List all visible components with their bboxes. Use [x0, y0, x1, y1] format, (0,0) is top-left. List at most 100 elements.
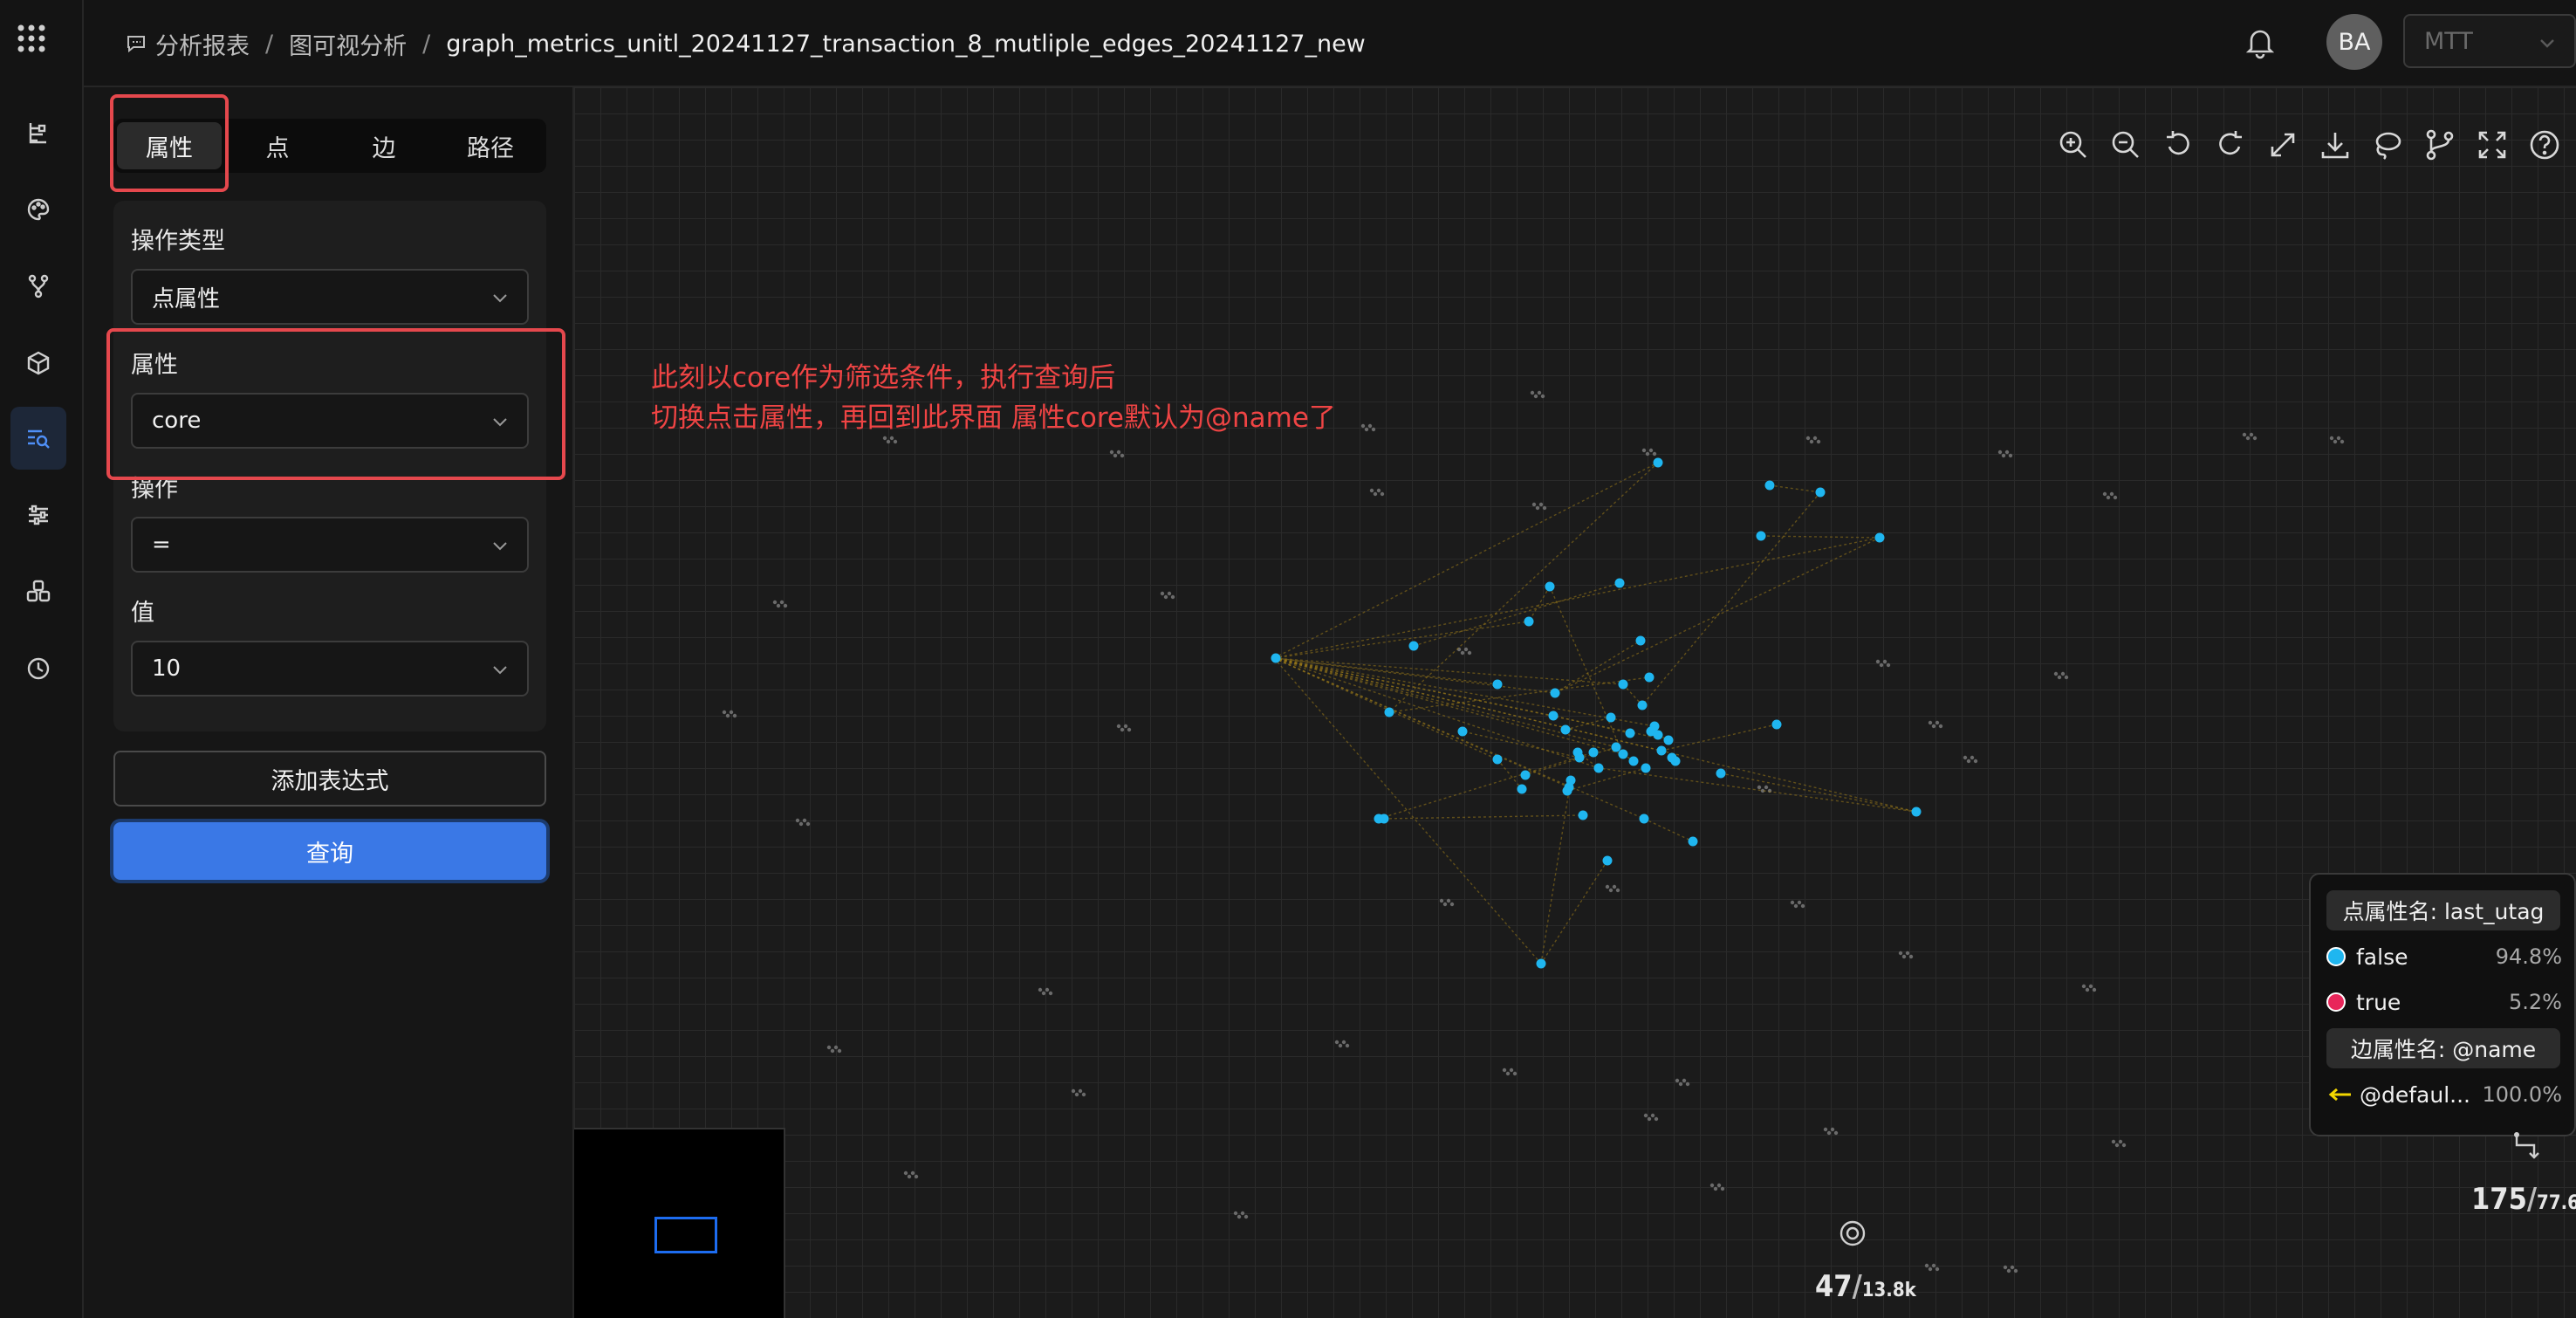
legend-edge-header: 边属性名: @name	[2326, 1028, 2560, 1068]
background-node	[1243, 1214, 1249, 1219]
background-node	[1345, 1043, 1350, 1048]
plugin-icon[interactable]	[10, 560, 66, 623]
op-type-value: 点属性	[152, 285, 221, 312]
history-icon[interactable]	[10, 637, 66, 700]
background-node	[1380, 491, 1385, 497]
background-node	[833, 1045, 839, 1050]
legend-item-pct: 5.2%	[2509, 990, 2562, 1014]
sliders-icon[interactable]	[10, 484, 66, 546]
legend-item-false[interactable]: false 94.8%	[2326, 939, 2562, 974]
background-node	[1875, 659, 1881, 664]
palette-icon[interactable]	[10, 178, 66, 241]
background-node	[1341, 1040, 1346, 1045]
workspace-select[interactable]: MTT	[2403, 14, 2576, 68]
background-node	[1371, 427, 1376, 432]
minimap[interactable]	[574, 1128, 785, 1318]
avatar[interactable]: BA	[2326, 14, 2382, 70]
background-node-cluster	[722, 390, 2345, 1273]
count-separator: /	[1852, 1269, 1862, 1304]
background-node	[886, 439, 891, 444]
operator-select[interactable]: =	[131, 517, 529, 573]
background-node	[802, 818, 807, 823]
legend-item-true[interactable]: true 5.2%	[2326, 985, 2562, 1019]
graph-canvas[interactable]: 点属性名: last_utag false 94.8% true 5.2% 边属…	[574, 87, 2576, 1318]
background-node	[1163, 594, 1168, 600]
bell-icon[interactable]	[2241, 23, 2279, 61]
download-icon[interactable]	[2318, 127, 2353, 162]
graph-node	[1574, 752, 1585, 763]
legend-item-default-edge[interactable]: @defaul... 100.0%	[2326, 1077, 2562, 1112]
background-node	[914, 1174, 919, 1179]
graph-node	[1606, 712, 1616, 723]
zoom-in-icon[interactable]	[2056, 127, 2091, 162]
background-node	[1446, 898, 1451, 903]
filter-panel: 属性 点 边 路径 操作类型 点属性 属性 core 操作 = 值 10 添加表…	[84, 87, 574, 1318]
graph-edge	[1554, 537, 1881, 694]
value-select[interactable]: 10	[131, 641, 529, 697]
add-expression-button[interactable]: 添加表达式	[113, 751, 546, 807]
background-node	[1645, 451, 1650, 456]
graph-node	[1588, 747, 1599, 758]
breadcrumb-separator: /	[422, 30, 431, 58]
tab-edge[interactable]: 边	[332, 122, 436, 169]
background-node	[1373, 491, 1378, 497]
background-node	[1081, 1092, 1086, 1097]
breadcrumb-root[interactable]: 分析报表	[155, 27, 250, 61]
zoom-out-icon[interactable]	[2108, 127, 2143, 162]
background-node	[2057, 675, 2062, 680]
minimap-viewport[interactable]	[654, 1217, 717, 1253]
breadcrumb-separator: /	[265, 30, 274, 58]
edge-count-total: 77.6k	[2537, 1192, 2576, 1214]
background-node	[2102, 491, 2107, 497]
query-button[interactable]: 查询	[113, 822, 546, 880]
graph-edge	[1273, 657, 1655, 727]
background-node	[1509, 1067, 1514, 1073]
background-node	[1463, 647, 1469, 652]
background-node	[1935, 1267, 1940, 1272]
branch-icon[interactable]	[10, 255, 66, 318]
background-node	[2064, 675, 2069, 680]
operator-value: =	[152, 532, 171, 558]
graph-node	[1520, 770, 1531, 780]
graph-edge	[1273, 657, 1917, 813]
fullscreen-icon[interactable]	[2475, 127, 2510, 162]
query-icon[interactable]	[10, 407, 66, 470]
op-type-select[interactable]: 点属性	[131, 269, 529, 325]
cube-icon[interactable]	[10, 332, 66, 395]
annotation-line-2: 切换点击属性，再回到此界面 属性core默认为@name了	[651, 402, 1336, 434]
background-node	[1074, 1092, 1079, 1097]
graph-layer[interactable]	[574, 87, 2576, 1318]
branch-select-icon[interactable]	[2422, 127, 2457, 162]
help-icon[interactable]	[2527, 127, 2562, 162]
rotate-left-icon[interactable]	[2161, 127, 2196, 162]
background-node	[2004, 450, 2010, 455]
apps-grid-icon[interactable]	[16, 23, 47, 54]
tree-icon[interactable]	[10, 101, 66, 164]
background-node	[1809, 439, 1814, 444]
tab-node[interactable]: 点	[225, 122, 330, 169]
graph-node	[1560, 724, 1571, 735]
background-node	[1540, 394, 1545, 399]
graph-node	[1374, 813, 1384, 824]
background-node	[2010, 1265, 2015, 1270]
node-count-total: 13.8k	[1861, 1280, 1916, 1301]
breadcrumb-current: graph_metrics_unitl_20241127_transaction…	[446, 30, 1366, 58]
arrow-left-icon	[2328, 1088, 2351, 1102]
background-node	[1650, 1113, 1655, 1118]
background-node	[826, 1045, 832, 1050]
node-group	[1271, 457, 1922, 969]
lasso-icon[interactable]	[2370, 127, 2405, 162]
breadcrumb-parent[interactable]: 图可视分析	[289, 27, 407, 61]
background-node	[1167, 591, 1172, 596]
graph-edge	[1641, 491, 1821, 706]
graph-node	[1524, 616, 1534, 627]
background-node	[2003, 1265, 2008, 1270]
fit-view-icon[interactable]	[2265, 127, 2300, 162]
graph-node	[1618, 749, 1628, 759]
background-node	[1716, 1183, 1722, 1188]
tab-path[interactable]: 路径	[438, 122, 543, 169]
legend-color-dot	[2326, 947, 2346, 966]
graph-edge	[1760, 535, 1881, 539]
background-node	[1449, 902, 1455, 907]
rotate-right-icon[interactable]	[2213, 127, 2248, 162]
